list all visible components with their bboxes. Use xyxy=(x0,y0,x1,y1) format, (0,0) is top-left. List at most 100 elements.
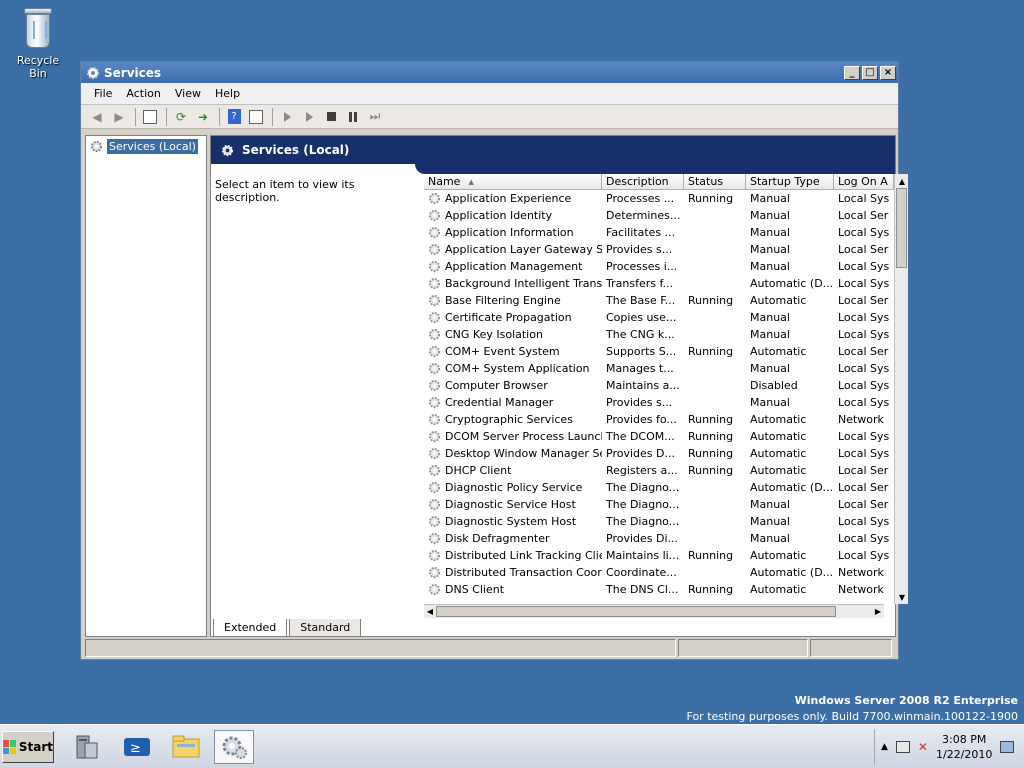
service-log-on-as: Local Sys xyxy=(834,277,894,290)
table-row[interactable]: Cryptographic Services Provides fo... Runn… xyxy=(424,411,894,428)
table-row[interactable]: Credential Manager Provides s... Manual Loc… xyxy=(424,394,894,411)
vertical-scrollbar[interactable]: ▲ ▼ xyxy=(894,174,908,604)
service-description: Provides D... xyxy=(602,447,684,460)
column-header-log-on-as[interactable]: Log On A xyxy=(834,174,894,189)
taskbar-explorer[interactable] xyxy=(166,730,206,764)
table-row[interactable]: Application Identity Determines... Manual L… xyxy=(424,207,894,224)
service-log-on-as-text: Local Sys xyxy=(838,192,890,205)
table-row[interactable]: Background Intelligent Transf... Transfer… xyxy=(424,275,894,292)
back-button[interactable]: ◀ xyxy=(87,108,107,126)
show-hidden-icons-icon[interactable]: ▲ xyxy=(881,742,888,752)
table-row[interactable]: Diagnostic System Host The Diagno... Manua… xyxy=(424,513,894,530)
service-log-on-as: Local Sys xyxy=(834,532,894,545)
show-desktop-button[interactable] xyxy=(1000,741,1015,753)
help-button[interactable]: ? xyxy=(224,108,244,126)
show-console-tree-button[interactable] xyxy=(140,108,160,126)
table-row[interactable]: Distributed Transaction Coord... Coordina… xyxy=(424,564,894,581)
menu-action[interactable]: Action xyxy=(119,87,167,100)
clock[interactable]: 3:08 PM 1/22/2010 xyxy=(936,732,992,762)
title-bar[interactable]: Services _ □ × xyxy=(81,62,898,83)
service-log-on-as-text: Local Sys xyxy=(838,515,890,528)
menu-view[interactable]: View xyxy=(168,87,208,100)
table-row[interactable]: Diagnostic Policy Service The Diagno... Au… xyxy=(424,479,894,496)
table-row[interactable]: CNG Key Isolation The CNG k... Manual Local… xyxy=(424,326,894,343)
volume-muted-icon[interactable]: ✕ xyxy=(918,740,928,754)
service-name-text: Disk Defragmenter xyxy=(445,532,550,545)
service-startup-type: Manual xyxy=(746,515,834,528)
start-service-alt-button[interactable] xyxy=(299,108,319,126)
service-log-on-as: Local Sys xyxy=(834,260,894,273)
build-watermark: For testing purposes only. Build 7700.wi… xyxy=(686,710,1018,723)
horizontal-scroll-thumb[interactable] xyxy=(436,606,836,617)
minimize-button[interactable]: _ xyxy=(844,65,860,80)
service-name: Diagnostic Service Host xyxy=(424,498,602,511)
network-icon[interactable] xyxy=(895,741,910,753)
table-row[interactable]: Application Information Facilitates ... Ma… xyxy=(424,224,894,241)
close-button[interactable]: × xyxy=(880,65,896,80)
tab-extended[interactable]: Extended xyxy=(213,619,288,637)
export-list-button[interactable]: ➜ xyxy=(193,108,213,126)
table-row[interactable]: Distributed Link Tracking Client Maintain… xyxy=(424,547,894,564)
start-service-button[interactable] xyxy=(277,108,297,126)
table-row[interactable]: Certificate Propagation Copies use... Manu… xyxy=(424,309,894,326)
table-row[interactable]: DHCP Client Registers a... Running Automati… xyxy=(424,462,894,479)
table-row[interactable]: Computer Browser Maintains a... Disabled Lo… xyxy=(424,377,894,394)
gear-icon xyxy=(428,481,441,494)
table-row[interactable]: DNS Client The DNS Cl... Running Automatic N… xyxy=(424,581,894,598)
maximize-button[interactable]: □ xyxy=(862,65,878,80)
scroll-up-icon[interactable]: ▲ xyxy=(896,175,908,187)
tab-standard[interactable]: Standard xyxy=(289,619,362,637)
column-header-name[interactable]: Name ▲ xyxy=(424,174,602,189)
scroll-right-icon[interactable]: ▶ xyxy=(872,605,884,617)
service-name: Application Experience xyxy=(424,192,602,205)
table-row[interactable]: Application Layer Gateway Se... Provides … xyxy=(424,241,894,258)
service-description-text: Provides D... xyxy=(606,447,675,460)
menu-file[interactable]: File xyxy=(87,87,119,100)
properties-button[interactable] xyxy=(246,108,266,126)
taskbar-services[interactable] xyxy=(214,730,254,764)
service-name-text: Diagnostic Policy Service xyxy=(445,481,583,494)
service-log-on-as-text: Local Sys xyxy=(838,549,890,562)
column-header-status[interactable]: Status xyxy=(684,174,746,189)
taskbar-server-manager[interactable] xyxy=(66,730,106,764)
refresh-button[interactable]: ⟳ xyxy=(171,108,191,126)
pause-service-button[interactable] xyxy=(343,108,363,126)
horizontal-scrollbar[interactable]: ◀ ▶ xyxy=(424,604,884,618)
taskbar-powershell[interactable]: ≥ xyxy=(117,730,157,764)
service-name-text: COM+ System Application xyxy=(445,362,590,375)
table-row[interactable]: Base Filtering Engine The Base F... Runnin… xyxy=(424,292,894,309)
service-log-on-as: Network xyxy=(834,583,894,596)
forward-button[interactable]: ▶ xyxy=(109,108,129,126)
service-log-on-as-text: Network xyxy=(838,583,884,596)
folder-icon xyxy=(172,735,200,758)
table-row[interactable]: Desktop Window Manager Se... Provides D..… xyxy=(424,445,894,462)
gear-icon xyxy=(222,736,247,759)
recycle-bin[interactable]: Recycle Bin xyxy=(8,6,68,80)
service-description-text: Processes i... xyxy=(606,260,678,273)
table-row[interactable]: Application Management Processes i... Manu… xyxy=(424,258,894,275)
service-name-text: Application Management xyxy=(445,260,583,273)
table-row[interactable]: DCOM Server Process Launcher The DCOM... R… xyxy=(424,428,894,445)
menu-help[interactable]: Help xyxy=(208,87,247,100)
service-description: Provides s... xyxy=(602,243,684,256)
start-button[interactable]: Start xyxy=(2,731,54,763)
column-header-startup-type[interactable]: Startup Type xyxy=(746,174,834,189)
scroll-left-icon[interactable]: ◀ xyxy=(424,605,436,617)
table-row[interactable]: COM+ System Application Manages t... Manua… xyxy=(424,360,894,377)
service-startup-type-text: Automatic xyxy=(750,549,807,562)
service-log-on-as: Local Sys xyxy=(834,396,894,409)
stop-service-button[interactable] xyxy=(321,108,341,126)
service-name-text: Distributed Transaction Coord... xyxy=(445,566,602,579)
table-row[interactable]: Application Experience Processes ... Runni… xyxy=(424,190,894,207)
table-row[interactable]: Diagnostic Service Host The Diagno... Manu… xyxy=(424,496,894,513)
table-row[interactable]: Disk Defragmenter Provides Di... Manual Loc… xyxy=(424,530,894,547)
service-log-on-as: Local Ser xyxy=(834,294,894,307)
tree-item-services-local[interactable]: Services (Local) xyxy=(86,136,206,157)
vertical-scroll-thumb[interactable] xyxy=(896,188,907,268)
service-description: Supports S... xyxy=(602,345,684,358)
restart-service-button[interactable]: ⏭ xyxy=(365,108,385,126)
column-header-description[interactable]: Description xyxy=(602,174,684,189)
service-log-on-as-text: Local Sys xyxy=(838,277,890,290)
scroll-down-icon[interactable]: ▼ xyxy=(896,591,908,603)
table-row[interactable]: COM+ Event System Supports S... Running Aut… xyxy=(424,343,894,360)
